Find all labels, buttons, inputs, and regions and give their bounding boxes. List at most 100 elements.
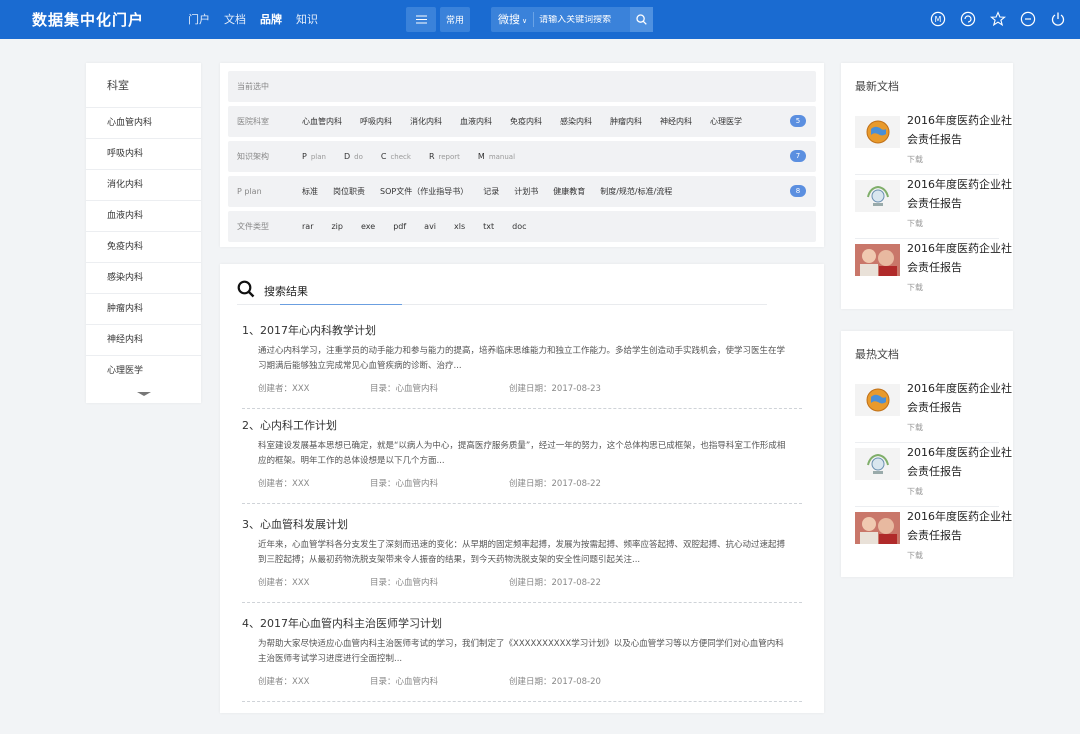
refresh-icon[interactable] bbox=[960, 11, 976, 27]
filter-option[interactable]: 消化内科 bbox=[410, 116, 442, 127]
filter-option[interactable]: xls bbox=[454, 222, 465, 231]
m-circle-icon[interactable]: M bbox=[930, 11, 946, 27]
download-link[interactable]: 下载 bbox=[907, 486, 923, 497]
department-item[interactable]: 呼吸内科 bbox=[86, 139, 201, 170]
filter-option[interactable]: 免疫内科 bbox=[510, 116, 542, 127]
department-item[interactable]: 神经内科 bbox=[86, 325, 201, 356]
result-author: 创建者：XXX bbox=[258, 677, 310, 687]
filter-option[interactable]: 血液内科 bbox=[460, 116, 492, 127]
department-item[interactable]: 心理医学 bbox=[86, 356, 201, 387]
count-badge: 8 bbox=[790, 185, 806, 197]
download-link[interactable]: 下载 bbox=[907, 218, 923, 229]
filter-option[interactable]: Ccheck bbox=[381, 152, 411, 161]
filter-option[interactable]: Mmanual bbox=[478, 152, 515, 161]
doc-title: 2016年度医药企业社会责任报告 bbox=[907, 242, 1012, 274]
filter-option[interactable]: txt bbox=[483, 222, 494, 231]
search-scope-label: 微搜 bbox=[498, 13, 520, 26]
hot-docs-panel: 最热文档 2016年度医药企业社会责任报告 下载 2016年度医药企业社会责任报… bbox=[841, 331, 1013, 577]
filter-option[interactable]: Rreport bbox=[429, 152, 460, 161]
result-title[interactable]: 3、心血管科发展计划 bbox=[242, 516, 802, 532]
filter-option[interactable]: 神经内科 bbox=[660, 116, 692, 127]
filter-row-knowledge: 知识架构 Pplan Ddo Ccheck Rreport Mmanual 7 bbox=[228, 141, 816, 172]
nav-brand[interactable]: 品牌 bbox=[260, 11, 282, 27]
search-input[interactable] bbox=[539, 14, 630, 25]
doc-item[interactable]: 2016年度医药企业社会责任报告 下载 bbox=[855, 507, 1012, 571]
doc-item[interactable]: 2016年度医药企业社会责任报告 下载 bbox=[855, 443, 1012, 507]
doc-item[interactable]: 2016年度医药企业社会责任报告 下载 bbox=[855, 175, 1012, 239]
filter-label: 当前选中 bbox=[237, 82, 269, 91]
option-sub: plan bbox=[310, 153, 326, 161]
app-logo[interactable]: 数据集中化门户 bbox=[32, 9, 144, 30]
filter-option[interactable]: 计划书 bbox=[514, 186, 538, 197]
menu-button[interactable] bbox=[406, 7, 436, 32]
filter-option[interactable]: Pplan bbox=[302, 152, 326, 161]
hot-docs-title: 最热文档 bbox=[855, 348, 899, 361]
department-item[interactable]: 肿瘤内科 bbox=[86, 294, 201, 325]
nav-documents[interactable]: 文档 bbox=[224, 11, 246, 27]
department-item[interactable]: 心血管内科 bbox=[86, 108, 201, 139]
filter-option[interactable]: 标准 bbox=[302, 186, 318, 197]
divider bbox=[242, 503, 802, 504]
option-sub: report bbox=[438, 153, 460, 161]
filter-option[interactable]: Ddo bbox=[344, 152, 363, 161]
filter-option[interactable]: doc bbox=[512, 222, 526, 231]
doc-title: 2016年度医药企业社会责任报告 bbox=[907, 114, 1012, 146]
search-scope-select[interactable]: 微搜 ∨ bbox=[491, 12, 535, 27]
filter-option[interactable]: exe bbox=[361, 222, 375, 231]
nav-knowledge[interactable]: 知识 bbox=[296, 11, 318, 27]
department-item[interactable]: 血液内科 bbox=[86, 201, 201, 232]
filter-option[interactable]: 呼吸内科 bbox=[360, 116, 392, 127]
filter-option[interactable]: SOP文件（作业指导书） bbox=[380, 186, 468, 197]
result-description: 科室建设发展基本思想已确定，就是“以病人为中心，提高医疗服务质量”，经过一年的努… bbox=[258, 441, 786, 466]
download-link[interactable]: 下载 bbox=[907, 422, 923, 433]
top-icon-group: M bbox=[930, 11, 1066, 27]
option-sub: manual bbox=[488, 153, 516, 161]
doc-title: 2016年度医药企业社会责任报告 bbox=[907, 510, 1012, 542]
option-letter: D bbox=[343, 152, 351, 161]
option-letter: M bbox=[477, 152, 485, 161]
option-letter: R bbox=[428, 152, 435, 161]
filter-option[interactable]: 心血管内科 bbox=[302, 116, 342, 127]
department-item[interactable]: 免疫内科 bbox=[86, 232, 201, 263]
download-link[interactable]: 下载 bbox=[907, 154, 923, 165]
photo-thumbnail bbox=[855, 244, 900, 276]
doc-item[interactable]: 2016年度医药企业社会责任报告 下载 bbox=[855, 111, 1012, 175]
filter-option[interactable]: zip bbox=[331, 222, 343, 231]
minus-circle-icon[interactable] bbox=[1020, 11, 1036, 27]
filter-option[interactable]: 记录 bbox=[483, 186, 499, 197]
result-title[interactable]: 2、心内科工作计划 bbox=[242, 417, 802, 433]
filter-option[interactable]: 健康教育 bbox=[553, 186, 585, 197]
filter-option[interactable]: 感染内科 bbox=[560, 116, 592, 127]
filter-label: 医院科室 bbox=[237, 117, 269, 126]
filter-option[interactable]: 心理医学 bbox=[710, 116, 742, 127]
result-meta: 创建者：XXX 目录：心血管内科 创建日期：2017-08-23 bbox=[242, 382, 802, 394]
common-button[interactable]: 常用 bbox=[440, 7, 470, 32]
expand-arrow-icon[interactable] bbox=[136, 392, 151, 396]
current-selection-row: 当前选中 bbox=[228, 71, 816, 102]
department-item[interactable]: 感染内科 bbox=[86, 263, 201, 294]
result-date: 创建日期：2017-08-20 bbox=[509, 677, 601, 687]
result-directory: 目录：心血管内科 bbox=[370, 677, 439, 687]
filter-option[interactable]: pdf bbox=[393, 222, 406, 231]
search-button[interactable] bbox=[630, 7, 653, 32]
result-directory: 目录：心血管内科 bbox=[370, 384, 439, 394]
download-link[interactable]: 下载 bbox=[907, 550, 923, 561]
filter-option[interactable]: avi bbox=[424, 222, 436, 231]
filter-option[interactable]: 岗位职责 bbox=[333, 186, 365, 197]
result-title[interactable]: 1、2017年心内科教学计划 bbox=[242, 322, 802, 338]
power-icon[interactable] bbox=[1050, 11, 1066, 27]
doc-item[interactable]: 2016年度医药企业社会责任报告 下载 bbox=[855, 239, 1012, 303]
doc-item[interactable]: 2016年度医药企业社会责任报告 下载 bbox=[855, 379, 1012, 443]
filter-option[interactable]: rar bbox=[302, 222, 313, 231]
divider bbox=[242, 602, 802, 603]
result-title[interactable]: 4、2017年心血管内科主治医师学习计划 bbox=[242, 615, 802, 631]
filter-option[interactable]: 制度/规范/标准/流程 bbox=[600, 186, 672, 197]
download-link[interactable]: 下载 bbox=[907, 282, 923, 293]
department-item[interactable]: 消化内科 bbox=[86, 170, 201, 201]
nav-portal[interactable]: 门户 bbox=[188, 11, 210, 27]
result-author: 创建者：XXX bbox=[258, 384, 310, 394]
star-icon[interactable] bbox=[990, 11, 1006, 27]
department-sidebar: 科室 心血管内科 呼吸内科 消化内科 血液内科 免疫内科 感染内科 肿瘤内科 神… bbox=[86, 63, 201, 403]
filter-row-filetype: 文件类型 rar zip exe pdf avi xls txt doc bbox=[228, 211, 816, 242]
filter-option[interactable]: 肿瘤内科 bbox=[610, 116, 642, 127]
